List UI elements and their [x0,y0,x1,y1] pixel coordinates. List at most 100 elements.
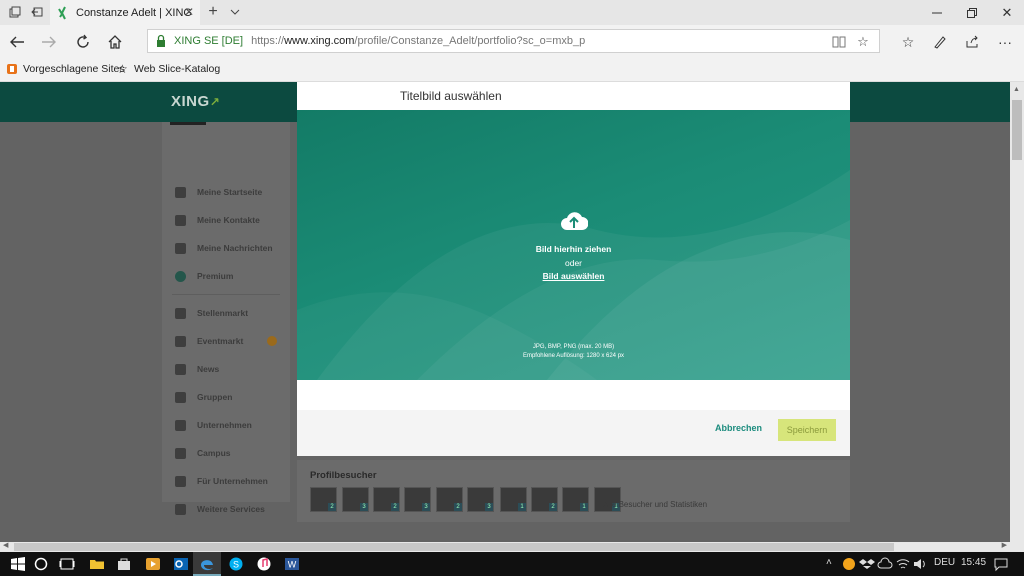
back-arrow-icon[interactable] [6,31,28,53]
tray-expand-icon[interactable]: ˄ [826,557,832,568]
visitor-thumbnail[interactable]: 2 [310,487,337,512]
browser-tab-active[interactable]: Constanze Adelt | XING ✕ [50,0,200,25]
tab-preview-chevron-icon[interactable] [226,3,244,21]
image-dropzone[interactable]: Bild hierhin ziehen oder Bild auswählen … [297,110,850,380]
contacts-icon [175,214,186,226]
tab-close-icon[interactable]: ✕ [184,5,194,19]
xing-logo[interactable]: XING↗ [171,93,220,110]
notification-badge [267,336,277,346]
sidebar-item-eventmarkt[interactable]: Eventmarkt [175,334,277,348]
scroll-up-icon[interactable]: ▲ [1013,86,1020,93]
cloud-sync-icon[interactable] [877,556,893,572]
events-icon [175,335,186,347]
browser-nav-bar: XING SE [DE] https://www.xing.com/profil… [0,25,1024,58]
cortana-search-icon[interactable] [33,556,49,572]
all-visitors-link[interactable]: Alle Besucher und Statistiken [603,500,707,509]
scroll-left-icon[interactable]: ◀ [3,541,8,549]
visitor-thumbnail[interactable]: 2 [373,487,400,512]
clock[interactable]: 15:45 [961,557,986,568]
taskbar-edge-active[interactable] [193,552,221,576]
media-player-icon[interactable] [145,556,161,572]
visitor-thumbnail[interactable]: 1 [562,487,589,512]
visitor-thumbnail[interactable]: 3 [342,487,369,512]
minimize-icon[interactable] [920,0,954,25]
web-note-icon[interactable] [930,32,950,52]
skype-icon[interactable]: S [228,556,244,572]
campus-icon [175,447,186,459]
sidebar-item-startseite[interactable]: Meine Startseite [175,185,262,199]
set-aside-tabs-icon[interactable] [28,3,46,21]
file-explorer-icon[interactable] [89,556,105,572]
visitor-thumbnail[interactable]: 1 [500,487,527,512]
dropbox-icon[interactable] [859,556,875,572]
sidebar-item-news[interactable]: News [175,362,219,376]
visitor-thumbnail[interactable]: 2 [531,487,558,512]
select-image-link[interactable]: Bild auswählen [543,271,605,281]
sidebar-item-nachrichten[interactable]: Meine Nachrichten [175,241,273,255]
visit-count-badge: 3 [422,503,430,511]
wifi-icon[interactable] [895,556,911,572]
reading-view-icon[interactable] [831,34,847,50]
refresh-icon[interactable] [72,31,94,53]
visit-count-badge: 2 [549,503,557,511]
sidebar-item-weitere-services[interactable]: Weitere Services [175,502,265,516]
sidebar-item-campus[interactable]: Campus [175,446,231,460]
save-button[interactable]: Speichern [778,419,836,441]
cancel-button[interactable]: Abbrechen [715,423,762,433]
windows-start-icon[interactable] [10,556,26,572]
window-close-icon[interactable]: ✕ [990,0,1024,25]
word-icon[interactable]: W [284,556,300,572]
sidebar-item-unternehmen[interactable]: Unternehmen [175,418,252,432]
sidebar-item-stellenmarkt[interactable]: Stellenmarkt [175,306,248,320]
horizontal-scroll-thumb[interactable] [14,543,894,551]
site-identity: XING SE [DE] [174,35,244,47]
action-center-icon[interactable] [993,556,1009,572]
store-icon[interactable] [116,556,132,572]
vertical-scrollbar[interactable]: ▲ [1010,82,1024,542]
home-icon[interactable] [104,31,126,53]
address-url: https://www.xing.com/profile/Constanze_A… [251,35,586,47]
restore-icon[interactable] [955,0,989,25]
more-menu-icon[interactable]: ··· [995,32,1015,52]
dialog-title: Titelbild auswählen [400,89,502,103]
task-view-icon[interactable] [59,556,75,572]
visitor-thumbnail[interactable]: 2 [436,487,463,512]
favorite-star-icon[interactable]: ☆ [855,34,871,50]
outlook-icon[interactable] [173,556,189,572]
share-icon[interactable] [962,32,982,52]
drop-instruction: Bild hierhin ziehen [535,244,612,254]
visit-count-badge: 2 [454,503,462,511]
forward-arrow-icon[interactable] [38,31,60,53]
volume-icon[interactable] [912,556,928,572]
home-icon [175,186,186,198]
tray-app-icon[interactable] [841,556,857,572]
favorite-web-slice[interactable]: ☆ Web Slice-Katalog [117,63,220,75]
premium-icon [175,270,186,282]
visit-count-badge: 1 [580,503,588,511]
scrollbar-corner [1010,542,1024,552]
favorite-suggested-sites[interactable]: Vorgeschlagene Sites [6,63,125,75]
horizontal-scrollbar[interactable]: ◀ ▶ [0,542,1010,552]
suggested-sites-icon [7,64,17,74]
new-tab-icon[interactable]: + [204,3,222,21]
favorites-hub-icon[interactable]: ☆ [898,32,918,52]
sidebar-item-gruppen[interactable]: Gruppen [175,390,232,404]
sidebar-item-kontakte[interactable]: Meine Kontakte [175,213,260,227]
itunes-icon[interactable] [256,556,272,572]
visitor-thumbnail[interactable]: 3 [404,487,431,512]
jobs-icon [175,307,186,319]
edge-icon [201,560,213,571]
visit-count-badge: 1 [518,503,526,511]
scroll-right-icon[interactable]: ▶ [1002,541,1007,549]
visitor-thumbnail[interactable]: 3 [467,487,494,512]
input-language[interactable]: DEU [934,557,955,568]
groups-icon [175,391,186,403]
sidebar-divider [172,294,280,295]
sidebar-item-fuer-unternehmen[interactable]: Für Unternehmen [175,474,268,488]
vertical-scroll-thumb[interactable] [1012,100,1022,160]
browser-tab-bar: Constanze Adelt | XING ✕ + ✕ [0,0,1024,25]
sidebar-item-premium[interactable]: Premium [175,269,233,283]
accepted-formats: JPG, BMP, PNG (max. 20 MB) [532,344,615,350]
tab-manager-icon[interactable] [6,3,24,21]
address-bar[interactable]: XING SE [DE] https://www.xing.com/profil… [147,29,880,53]
